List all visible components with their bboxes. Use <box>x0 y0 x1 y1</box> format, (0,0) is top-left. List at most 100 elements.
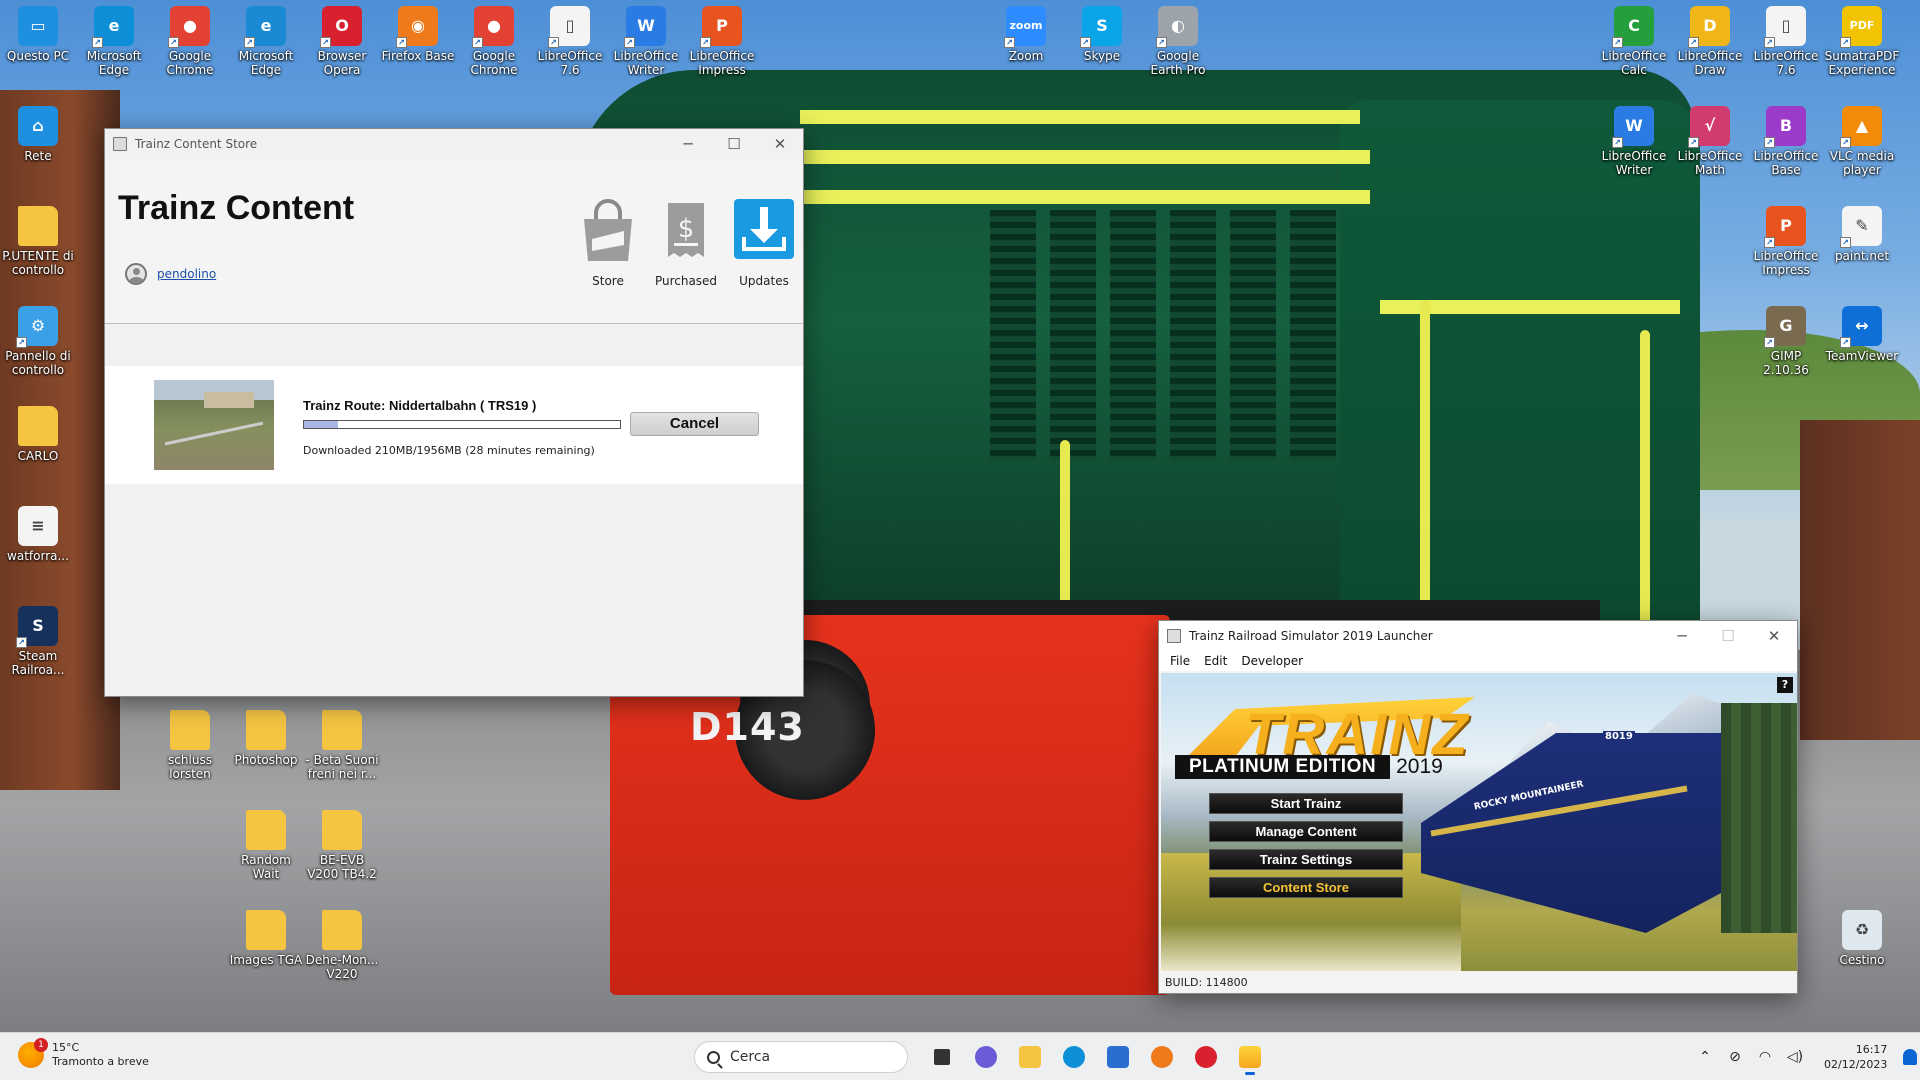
libreoffice-calc-icon: C ↗ <box>1612 6 1654 48</box>
desktop-icon-firefox-base[interactable]: ◉ ↗ Firefox Base <box>380 6 456 63</box>
download-progress-bar <box>303 420 621 429</box>
desktop-icon-random-wait[interactable]: Random Wait <box>228 810 304 881</box>
purchased-button[interactable]: $ Purchased <box>651 199 721 288</box>
menu-file[interactable]: File <box>1163 654 1197 668</box>
desktop-icon-beta-suoni[interactable]: - Beta Suoni freni nei r... <box>304 710 380 781</box>
shortcut-arrow-icon: ↗ <box>472 37 483 48</box>
desktop-icon-paintnet[interactable]: ✎ ↗ paint.net <box>1824 206 1900 263</box>
desktop-icon-label: Zoom <box>1008 49 1044 63</box>
desktop-icon-be-evb-v200[interactable]: BE-EVB V200 TB4.2 <box>304 810 380 881</box>
start-trainz-button[interactable]: Start Trainz <box>1209 793 1403 814</box>
opera-taskbar-button[interactable] <box>1188 1039 1224 1075</box>
carlo-icon <box>18 406 58 446</box>
volume-icon[interactable]: ◁) <box>1786 1048 1804 1066</box>
desktop-icon-libreoffice-math[interactable]: √ ↗ LibreOffice Math <box>1672 106 1748 177</box>
desktop-icon-libreoffice-base[interactable]: B ↗ LibreOffice Base <box>1748 106 1824 177</box>
desktop-icon-label: schluss lorsten <box>168 753 212 781</box>
desktop-icon-skype[interactable]: S ↗ Skype <box>1064 6 1140 63</box>
store-taskbar-button[interactable] <box>1100 1039 1136 1075</box>
desktop-icon-libreoffice-76-2[interactable]: ▯ ↗ LibreOffice 7.6 <box>1748 6 1824 77</box>
taskbar: 1 15°C Tramonto a breve Cerca ⌃ ⊘ ◠ ◁) 1… <box>0 1032 1920 1080</box>
desktop-icon-label: Google Chrome <box>470 49 518 77</box>
network-off-icon[interactable]: ⊘ <box>1726 1048 1744 1066</box>
start-button[interactable] <box>650 1039 686 1075</box>
desktop-icon-images-tga[interactable]: Images TGA <box>228 910 304 967</box>
chat-button[interactable] <box>968 1039 1004 1075</box>
desktop-icon-photoshop[interactable]: Photoshop <box>228 710 304 767</box>
avatar-icon <box>125 263 147 285</box>
desktop-icon-label: P.UTENTE di controllo <box>2 249 74 277</box>
desktop-icon-ms-edge-2[interactable]: e ↗ Microsoft Edge <box>228 6 304 77</box>
desktop-icon-libreoffice-writer-2[interactable]: W ↗ LibreOffice Writer <box>1596 106 1672 177</box>
help-button[interactable]: ? <box>1777 677 1793 693</box>
firefox-taskbar-button[interactable] <box>1144 1039 1180 1075</box>
desktop-icon-libreoffice-impress-2[interactable]: P ↗ LibreOffice Impress <box>1748 206 1824 277</box>
cancel-button[interactable]: Cancel <box>630 412 759 436</box>
weather-widget[interactable]: 1 15°C Tramonto a breve <box>18 1038 149 1069</box>
libreoffice-writer-icon: W ↗ <box>624 6 666 48</box>
desktop-icon-google-chrome[interactable]: ● ↗ Google Chrome <box>152 6 228 77</box>
wallpaper-grill <box>1170 210 1216 460</box>
system-tray: ⌃ ⊘ ◠ ◁) 16:17 02/12/2023 <box>1690 1033 1918 1080</box>
desktop-icon-rete[interactable]: ⌂ Rete <box>0 106 76 163</box>
trainz-taskbar-button[interactable] <box>1232 1039 1268 1075</box>
google-chrome-icon: ● ↗ <box>168 6 210 48</box>
task-view-button[interactable] <box>924 1039 960 1075</box>
store-button[interactable]: Store <box>573 199 643 288</box>
minimize-button[interactable]: ─ <box>665 129 711 159</box>
desktop-icon-ms-edge[interactable]: e ↗ Microsoft Edge <box>76 6 152 77</box>
desktop-icon-p-utente-controllo[interactable]: P.UTENTE di controllo <box>0 206 76 277</box>
desktop-icon-watfor[interactable]: ≡ watforra... <box>0 506 76 563</box>
libreoffice-impress-icon: P ↗ <box>700 6 742 48</box>
desktop-icon-steam[interactable]: S ↗ Steam Railroa... <box>0 606 76 677</box>
desktop-icon-teamviewer[interactable]: ↔ ↗ TeamViewer <box>1824 306 1900 363</box>
window-title: Trainz Railroad Simulator 2019 Launcher <box>1189 629 1433 643</box>
zoom-icon: zoom ↗ <box>1004 6 1046 48</box>
desktop-icon-carlo[interactable]: CARLO <box>0 406 76 463</box>
menu-developer[interactable]: Developer <box>1234 654 1310 668</box>
file-explorer-button[interactable] <box>1012 1039 1048 1075</box>
taskbar-search[interactable]: Cerca <box>694 1041 908 1073</box>
desktop-icon-pannello-controllo[interactable]: ⚙ ↗ Pannello di controllo <box>0 306 76 377</box>
browser-opera-icon: O ↗ <box>320 6 362 48</box>
content-store-titlebar[interactable]: Trainz Content Store ─ ☐ ✕ <box>105 129 803 159</box>
desktop-icon-libreoffice-impress[interactable]: P ↗ LibreOffice Impress <box>684 6 760 77</box>
desktop-icon-label: watforra... <box>7 549 69 563</box>
shortcut-arrow-icon: ↗ <box>1004 37 1015 48</box>
shortcut-arrow-icon: ↗ <box>92 37 103 48</box>
notification-bell-icon[interactable] <box>1903 1049 1918 1065</box>
desktop-icon-label: Pannello di controllo <box>5 349 71 377</box>
close-button[interactable]: ✕ <box>1751 621 1797 651</box>
desktop-icon-vlc[interactable]: ▲ ↗ VLC media player <box>1824 106 1900 177</box>
desktop-icon-google-chrome-2[interactable]: ● ↗ Google Chrome <box>456 6 532 77</box>
desktop-icon-google-earth-pro[interactable]: ◐ ↗ Google Earth Pro <box>1140 6 1216 77</box>
edge-taskbar-button[interactable] <box>1056 1039 1092 1075</box>
desktop-icon-libreoffice-76[interactable]: ▯ ↗ LibreOffice 7.6 <box>532 6 608 77</box>
close-button[interactable]: ✕ <box>757 129 803 159</box>
clock[interactable]: 16:17 02/12/2023 <box>1824 1042 1887 1072</box>
username-link[interactable]: pendolino <box>157 267 216 281</box>
desktop-icon-cestino[interactable]: ♻ Cestino <box>1824 910 1900 967</box>
content-store-button[interactable]: Content Store <box>1209 877 1403 898</box>
desktop-icon-dehe-mon-v220[interactable]: Dehe-Mon... V220 <box>304 910 380 981</box>
launcher-titlebar[interactable]: Trainz Railroad Simulator 2019 Launcher … <box>1159 621 1797 651</box>
desktop-icon-gimp[interactable]: G ↗ GIMP 2.10.36 <box>1748 306 1824 377</box>
desktop-icon-libreoffice-calc[interactable]: C ↗ LibreOffice Calc <box>1596 6 1672 77</box>
desktop-icon-schluss-lorsten[interactable]: schluss lorsten <box>152 710 228 781</box>
desktop-icon-browser-opera[interactable]: O ↗ Browser Opera <box>304 6 380 77</box>
manage-content-button[interactable]: Manage Content <box>1209 821 1403 842</box>
minimize-button[interactable]: ─ <box>1659 621 1705 651</box>
trainz-settings-button[interactable]: Trainz Settings <box>1209 849 1403 870</box>
updates-button[interactable]: Updates <box>729 199 799 288</box>
wallpaper-grill <box>1290 210 1336 460</box>
desktop-icon-questo-pc[interactable]: ▭ Questo PC <box>0 6 76 63</box>
wifi-icon[interactable]: ◠ <box>1756 1048 1774 1066</box>
desktop-icon-sumatra-pdf[interactable]: PDF ↗ SumatraPDF Experience <box>1824 6 1900 77</box>
chevron-up-icon[interactable]: ⌃ <box>1696 1048 1714 1066</box>
menu-edit[interactable]: Edit <box>1197 654 1234 668</box>
desktop-icon-libreoffice-draw[interactable]: D ↗ LibreOffice Draw <box>1672 6 1748 77</box>
maximize-button[interactable]: ☐ <box>711 129 757 159</box>
desktop-icon-libreoffice-writer[interactable]: W ↗ LibreOffice Writer <box>608 6 684 77</box>
desktop-icon-zoom[interactable]: zoom ↗ Zoom <box>988 6 1064 63</box>
desktop-icon-label: Browser Opera <box>317 49 367 77</box>
